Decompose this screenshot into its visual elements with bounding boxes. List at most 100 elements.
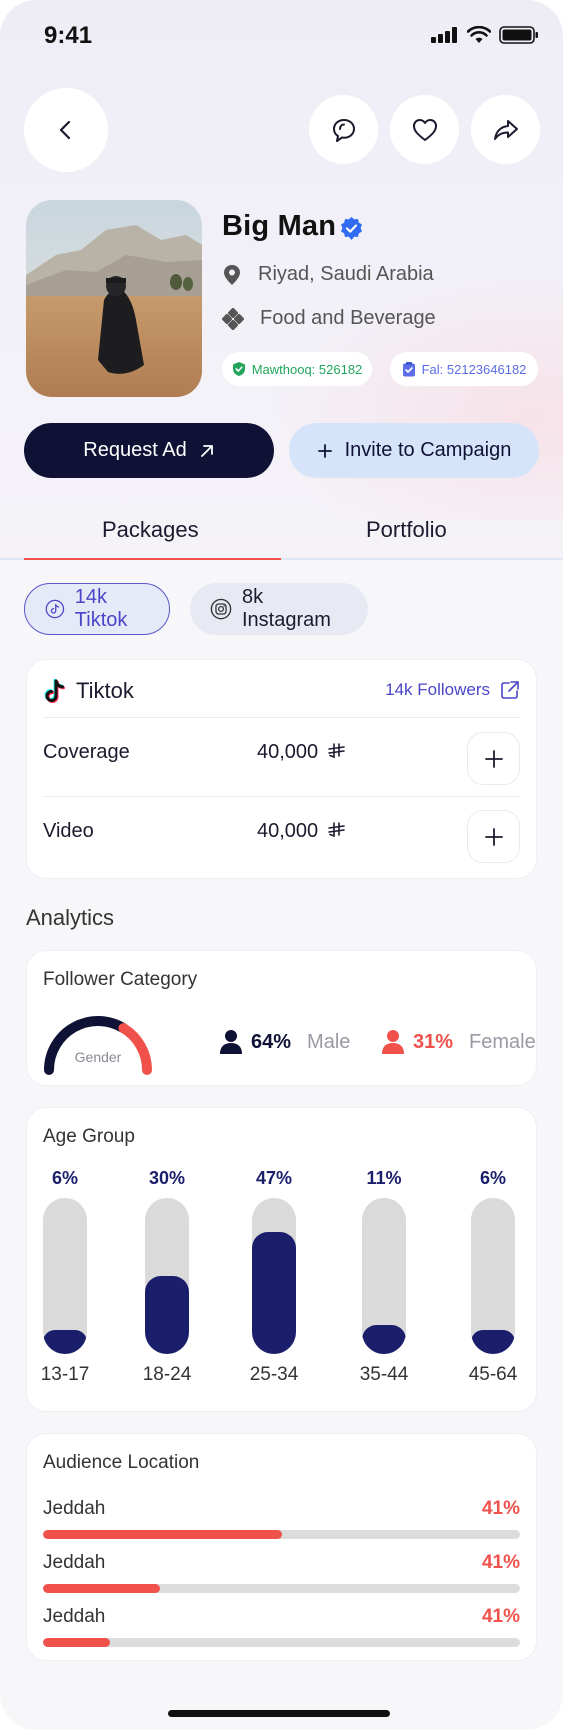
favorite-button[interactable] <box>390 95 459 164</box>
age-bar-track <box>145 1198 189 1354</box>
category-text: Food and Beverage <box>260 307 436 329</box>
age-bar-track <box>252 1198 296 1354</box>
male-user-icon <box>220 1030 242 1054</box>
status-time: 9:41 <box>44 22 93 49</box>
audience-location-card: Audience Location Jeddah 41% Jeddah 41% … <box>26 1433 537 1661</box>
package-item-label: Coverage <box>43 741 130 763</box>
package-item-price-value: 40,000 <box>257 741 319 763</box>
profile-avatar <box>26 200 202 397</box>
age-bar-25-34: 47% 25-34 <box>244 1168 304 1386</box>
chip-tiktok-label: 14k Tiktok <box>74 586 128 631</box>
age-group-title: Age Group <box>43 1126 135 1147</box>
package-divider <box>43 717 520 718</box>
share-button[interactable] <box>471 95 540 164</box>
add-coverage-button[interactable] <box>467 732 520 785</box>
age-bar-label: 18-24 <box>142 1364 192 1385</box>
age-bar-pct: 6% <box>51 1168 78 1188</box>
followers-link[interactable]: 14k Followers <box>385 680 520 700</box>
request-ad-label: Request Ad <box>83 439 187 461</box>
fal-badge: Fal: 52123646182 <box>390 352 538 386</box>
plus-icon <box>484 749 503 768</box>
age-group-card: Age Group 6% 13-17 30% 18-24 47% 25-34 1… <box>26 1107 537 1412</box>
package-platform-title: Tiktok <box>76 678 134 703</box>
location-row: Riyad, Saudi Arabia <box>222 263 434 286</box>
package-item-price-value: 40,000 <box>257 820 319 842</box>
location-pct: 41% <box>481 1606 520 1627</box>
heart-icon <box>412 118 437 141</box>
location-city: Jeddah <box>43 1498 106 1519</box>
package-item-price: 40,000 <box>257 741 346 764</box>
female-label: Female <box>469 1030 536 1053</box>
location-city: Jeddah <box>43 1552 106 1573</box>
invite-to-campaign-button[interactable]: Invite to Campaign <box>289 423 539 478</box>
age-bar-label: 25-34 <box>249 1364 299 1385</box>
profile-name: Big Man <box>222 210 337 242</box>
status-bar: 9:41 <box>0 0 563 70</box>
age-bar-pct: 47% <box>255 1168 293 1188</box>
category-icon <box>222 307 244 330</box>
chat-button[interactable] <box>309 95 378 164</box>
arrow-up-right-icon <box>200 444 213 457</box>
female-stat: 31% Female <box>381 1029 536 1055</box>
mawthooq-badge-label: Mawthooq: 526182 <box>251 361 363 377</box>
instagram-icon <box>210 598 232 620</box>
male-pct: 64% <box>251 1030 292 1053</box>
age-bar-track <box>471 1198 515 1354</box>
age-bar-fill <box>252 1232 296 1354</box>
age-bar-label: 35-44 <box>359 1364 409 1385</box>
location-city: Jeddah <box>43 1606 106 1627</box>
profile-tabs: Packages Portfolio <box>0 505 563 560</box>
package-divider <box>43 796 520 797</box>
saudi-riyal-icon <box>327 822 345 838</box>
add-video-button[interactable] <box>467 810 520 863</box>
saudi-riyal-icon <box>327 743 345 759</box>
follower-category-card: Follower Category Gender 64% Male 31% Fe… <box>26 950 537 1086</box>
package-item-price: 40,000 <box>257 820 346 843</box>
audience-location-title: Audience Location <box>43 1452 200 1473</box>
mawthooq-badge: Mawthooq: 526182 <box>222 352 372 386</box>
age-bar-pct: 6% <box>479 1168 506 1188</box>
tab-packages[interactable]: Packages <box>102 517 199 543</box>
active-tab-indicator <box>24 558 281 560</box>
location-bar-track <box>43 1638 520 1647</box>
fal-badge-label: Fal: 52123646182 <box>421 361 527 377</box>
share-icon <box>493 119 518 140</box>
age-bar-35-44: 11% 35-44 <box>354 1168 414 1386</box>
location-pct: 41% <box>481 1498 520 1519</box>
chip-instagram-label: 8k Instagram <box>242 586 331 631</box>
age-bar-label: 13-17 <box>40 1364 90 1385</box>
package-item-label: Video <box>43 820 94 842</box>
age-bar-track <box>43 1198 87 1354</box>
age-bar-pct: 11% <box>366 1168 402 1188</box>
home-indicator <box>168 1710 390 1717</box>
age-bar-fill <box>43 1330 87 1354</box>
female-user-icon <box>382 1030 404 1054</box>
back-button[interactable] <box>24 88 108 172</box>
package-card: Tiktok 14k Followers Coverage 40,000 Vid… <box>26 659 537 879</box>
analytics-title: Analytics <box>26 905 115 930</box>
male-stat: 64% Male <box>219 1029 350 1055</box>
location-bar-track <box>43 1530 520 1539</box>
followers-link-label: 14k Followers <box>385 680 490 699</box>
age-bar-18-24: 30% 18-24 <box>137 1168 197 1386</box>
age-bar-label: 45-64 <box>468 1364 518 1385</box>
chip-instagram[interactable]: 8k Instagram <box>190 583 368 635</box>
location-pin-icon <box>224 264 240 285</box>
location-text: Riyad, Saudi Arabia <box>258 263 434 285</box>
gauge-label: Gender <box>74 1049 122 1065</box>
request-ad-button[interactable]: Request Ad <box>24 423 274 478</box>
location-bar-fill <box>43 1584 160 1593</box>
wifi-icon <box>467 26 491 43</box>
clipboard-check-icon <box>402 362 415 377</box>
plus-icon <box>484 827 503 846</box>
male-label: Male <box>307 1030 351 1053</box>
verified-badge-icon <box>341 217 362 240</box>
tab-portfolio[interactable]: Portfolio <box>366 517 447 543</box>
age-bar-13-17: 6% 13-17 <box>35 1168 95 1386</box>
female-pct: 31% <box>413 1030 454 1053</box>
tiktok-logo-icon <box>44 679 65 703</box>
status-icons <box>431 26 539 44</box>
age-bar-pct: 30% <box>148 1168 186 1188</box>
chip-tiktok[interactable]: 14k Tiktok <box>24 583 170 635</box>
age-bar-fill <box>471 1330 515 1354</box>
